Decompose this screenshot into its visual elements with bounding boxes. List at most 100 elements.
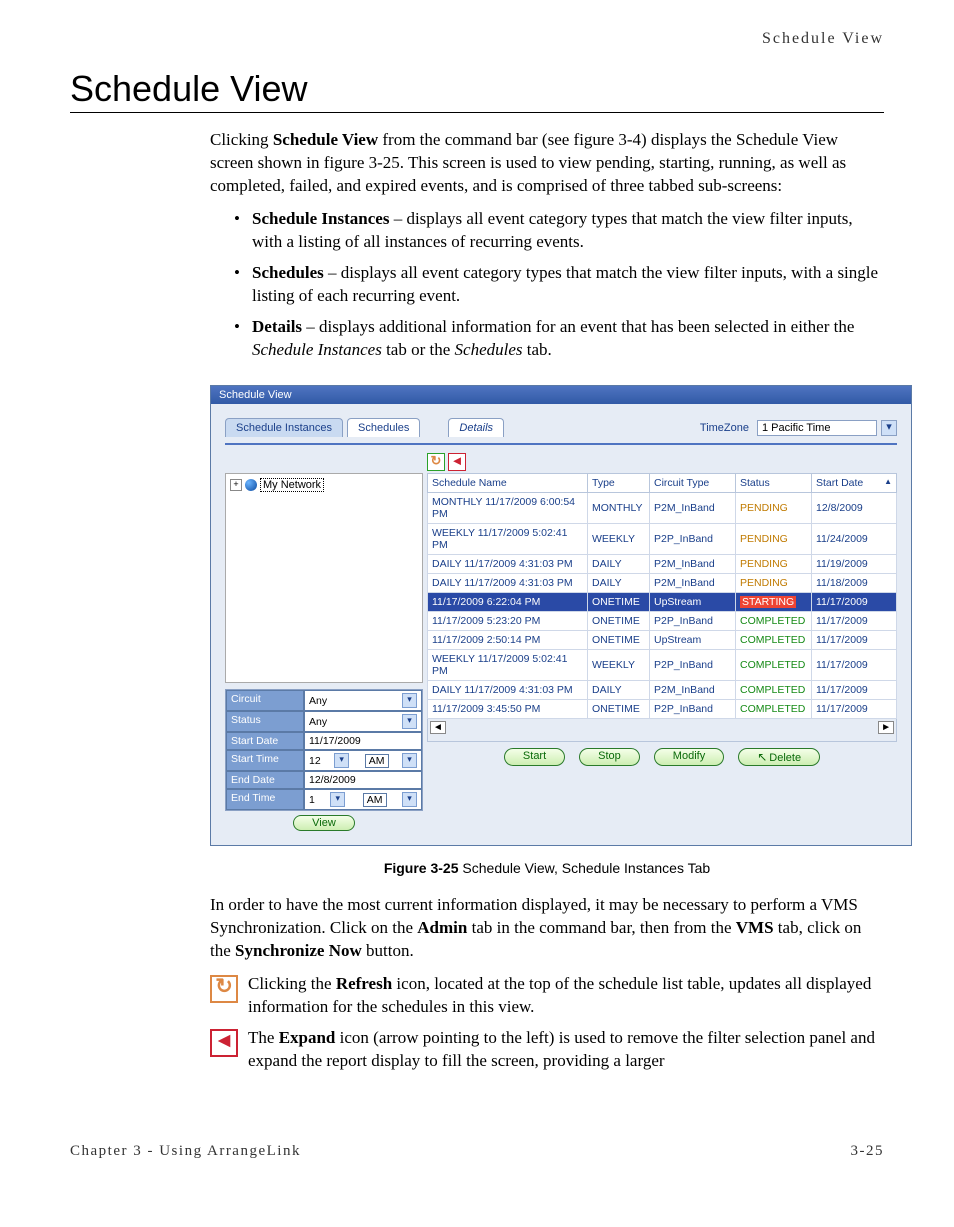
- filter-circuit-select[interactable]: Any ▾: [304, 690, 422, 711]
- cell-name: DAILY 11/17/2009 4:31:03 PM: [428, 574, 588, 593]
- bullet-item: Details – displays additional informatio…: [234, 316, 884, 362]
- cell-start: 11/19/2009: [812, 555, 897, 574]
- cursor-icon: ↖: [757, 750, 767, 764]
- col-start-date[interactable]: Start Date▲: [812, 474, 897, 493]
- cell-circuit: UpStream: [650, 593, 736, 612]
- refresh-icon[interactable]: ↻: [427, 453, 445, 471]
- delete-button[interactable]: ↖Delete: [738, 748, 820, 766]
- bullet-item: Schedule Instances – displays all event …: [234, 208, 884, 254]
- chevron-down-icon[interactable]: ▾: [881, 420, 897, 436]
- col-schedule-name[interactable]: Schedule Name: [428, 474, 588, 493]
- cell-status: PENDING: [736, 524, 812, 555]
- col-circuit-type[interactable]: Circuit Type: [650, 474, 736, 493]
- cell-status: COMPLETED: [736, 700, 812, 719]
- filter-starttime-input[interactable]: 12 ▾ AM ▾: [304, 750, 422, 771]
- cell-status: STARTING: [736, 593, 812, 612]
- intro-paragraph: Clicking Schedule View from the command …: [210, 129, 884, 198]
- filter-status-select[interactable]: Any ▾: [304, 711, 422, 732]
- chevron-down-icon[interactable]: ▾: [402, 714, 417, 729]
- table-row[interactable]: 11/17/2009 5:23:20 PMONETIMEP2P_InBandCO…: [428, 612, 897, 631]
- scroll-right-icon[interactable]: ►: [878, 721, 894, 734]
- window-titlebar: Schedule View: [211, 386, 911, 404]
- refresh-paragraph: Clicking the Refresh icon, located at th…: [248, 973, 884, 1019]
- filter-starttime-value: 12: [309, 755, 321, 767]
- section-title: Schedule View: [70, 68, 884, 113]
- table-row[interactable]: DAILY 11/17/2009 4:31:03 PMDAILYP2M_InBa…: [428, 681, 897, 700]
- footer-right: 3-25: [851, 1143, 885, 1160]
- cell-name: MONTHLY 11/17/2009 6:00:54 PM: [428, 493, 588, 524]
- cell-circuit: P2P_InBand: [650, 650, 736, 681]
- filter-endtime-ampm[interactable]: AM: [363, 793, 387, 807]
- schedule-table: Schedule Name Type Circuit Type Status S…: [427, 473, 897, 719]
- cell-type: DAILY: [588, 555, 650, 574]
- tree-expand-icon[interactable]: +: [230, 479, 242, 491]
- cell-name: WEEKLY 11/17/2009 5:02:41 PM: [428, 650, 588, 681]
- table-row[interactable]: 11/17/2009 2:50:14 PMONETIMEUpStreamCOMP…: [428, 631, 897, 650]
- cell-circuit: P2M_InBand: [650, 493, 736, 524]
- network-tree[interactable]: + My Network: [225, 473, 423, 683]
- col-type[interactable]: Type: [588, 474, 650, 493]
- scroll-left-icon[interactable]: ◄: [430, 721, 446, 734]
- col-status[interactable]: Status: [736, 474, 812, 493]
- chevron-down-icon[interactable]: ▾: [334, 753, 349, 768]
- filter-startdate-value: 11/17/2009: [309, 735, 361, 747]
- table-row[interactable]: MONTHLY 11/17/2009 6:00:54 PMMONTHLYP2M_…: [428, 493, 897, 524]
- filter-starttime-label: Start Time: [226, 750, 304, 771]
- tree-root-label[interactable]: My Network: [260, 478, 324, 492]
- chevron-down-icon[interactable]: ▾: [402, 792, 417, 807]
- filter-panel: Circuit Any ▾ Status Any ▾: [225, 689, 423, 811]
- tab-schedules[interactable]: Schedules: [347, 418, 420, 437]
- cell-start: 11/18/2009: [812, 574, 897, 593]
- tab-schedule-instances[interactable]: Schedule Instances: [225, 418, 343, 437]
- expand-icon: ◄: [210, 1029, 238, 1057]
- cell-circuit: P2P_InBand: [650, 612, 736, 631]
- expand-icon[interactable]: ◄: [448, 453, 466, 471]
- chevron-down-icon[interactable]: ▾: [402, 693, 417, 708]
- cell-name: 11/17/2009 5:23:20 PM: [428, 612, 588, 631]
- table-row[interactable]: DAILY 11/17/2009 4:31:03 PMDAILYP2M_InBa…: [428, 574, 897, 593]
- cell-name: DAILY 11/17/2009 4:31:03 PM: [428, 681, 588, 700]
- timezone-select[interactable]: 1 Pacific Time: [757, 420, 877, 436]
- bullet-item: Schedules – displays all event category …: [234, 262, 884, 308]
- filter-enddate-input[interactable]: 12/8/2009: [304, 771, 422, 789]
- cell-circuit: P2P_InBand: [650, 700, 736, 719]
- cell-type: WEEKLY: [588, 650, 650, 681]
- table-row[interactable]: WEEKLY 11/17/2009 5:02:41 PMWEEKLYP2P_In…: [428, 650, 897, 681]
- start-button[interactable]: Start: [504, 748, 565, 766]
- tab-details[interactable]: Details: [448, 418, 504, 437]
- filter-enddate-value: 12/8/2009: [309, 774, 356, 786]
- filter-status-label: Status: [226, 711, 304, 732]
- cell-circuit: P2P_InBand: [650, 524, 736, 555]
- modify-button[interactable]: Modify: [654, 748, 724, 766]
- timezone-label: TimeZone: [700, 422, 749, 434]
- footer-left: Chapter 3 - Using ArrangeLink: [70, 1143, 301, 1160]
- cell-start: 11/17/2009: [812, 593, 897, 612]
- cell-status: PENDING: [736, 493, 812, 524]
- sort-asc-icon: ▲: [884, 477, 892, 486]
- table-row[interactable]: WEEKLY 11/17/2009 5:02:41 PMWEEKLYP2P_In…: [428, 524, 897, 555]
- table-row[interactable]: DAILY 11/17/2009 4:31:03 PMDAILYP2M_InBa…: [428, 555, 897, 574]
- cell-start: 11/17/2009: [812, 681, 897, 700]
- cell-type: WEEKLY: [588, 524, 650, 555]
- cell-type: MONTHLY: [588, 493, 650, 524]
- cell-status: COMPLETED: [736, 681, 812, 700]
- stop-button[interactable]: Stop: [579, 748, 640, 766]
- table-row[interactable]: 11/17/2009 3:45:50 PMONETIMEP2P_InBandCO…: [428, 700, 897, 719]
- schedule-view-window: Schedule View Schedule Instances Schedul…: [210, 385, 912, 846]
- chevron-down-icon[interactable]: ▾: [402, 753, 417, 768]
- cell-status: PENDING: [736, 555, 812, 574]
- globe-icon: [245, 479, 257, 491]
- cell-type: DAILY: [588, 681, 650, 700]
- filter-starttime-ampm[interactable]: AM: [365, 754, 389, 768]
- cell-status: COMPLETED: [736, 650, 812, 681]
- chevron-down-icon[interactable]: ▾: [330, 792, 345, 807]
- filter-startdate-input[interactable]: 11/17/2009: [304, 732, 422, 750]
- bullet-list: Schedule Instances – displays all event …: [234, 208, 884, 362]
- cell-start: 11/17/2009: [812, 631, 897, 650]
- cell-circuit: UpStream: [650, 631, 736, 650]
- cell-circuit: P2M_InBand: [650, 681, 736, 700]
- view-button[interactable]: View: [293, 815, 355, 831]
- horizontal-scrollbar[interactable]: ◄ ►: [427, 719, 897, 742]
- filter-endtime-input[interactable]: 1 ▾ AM ▾: [304, 789, 422, 810]
- table-row[interactable]: 11/17/2009 6:22:04 PMONETIMEUpStreamSTAR…: [428, 593, 897, 612]
